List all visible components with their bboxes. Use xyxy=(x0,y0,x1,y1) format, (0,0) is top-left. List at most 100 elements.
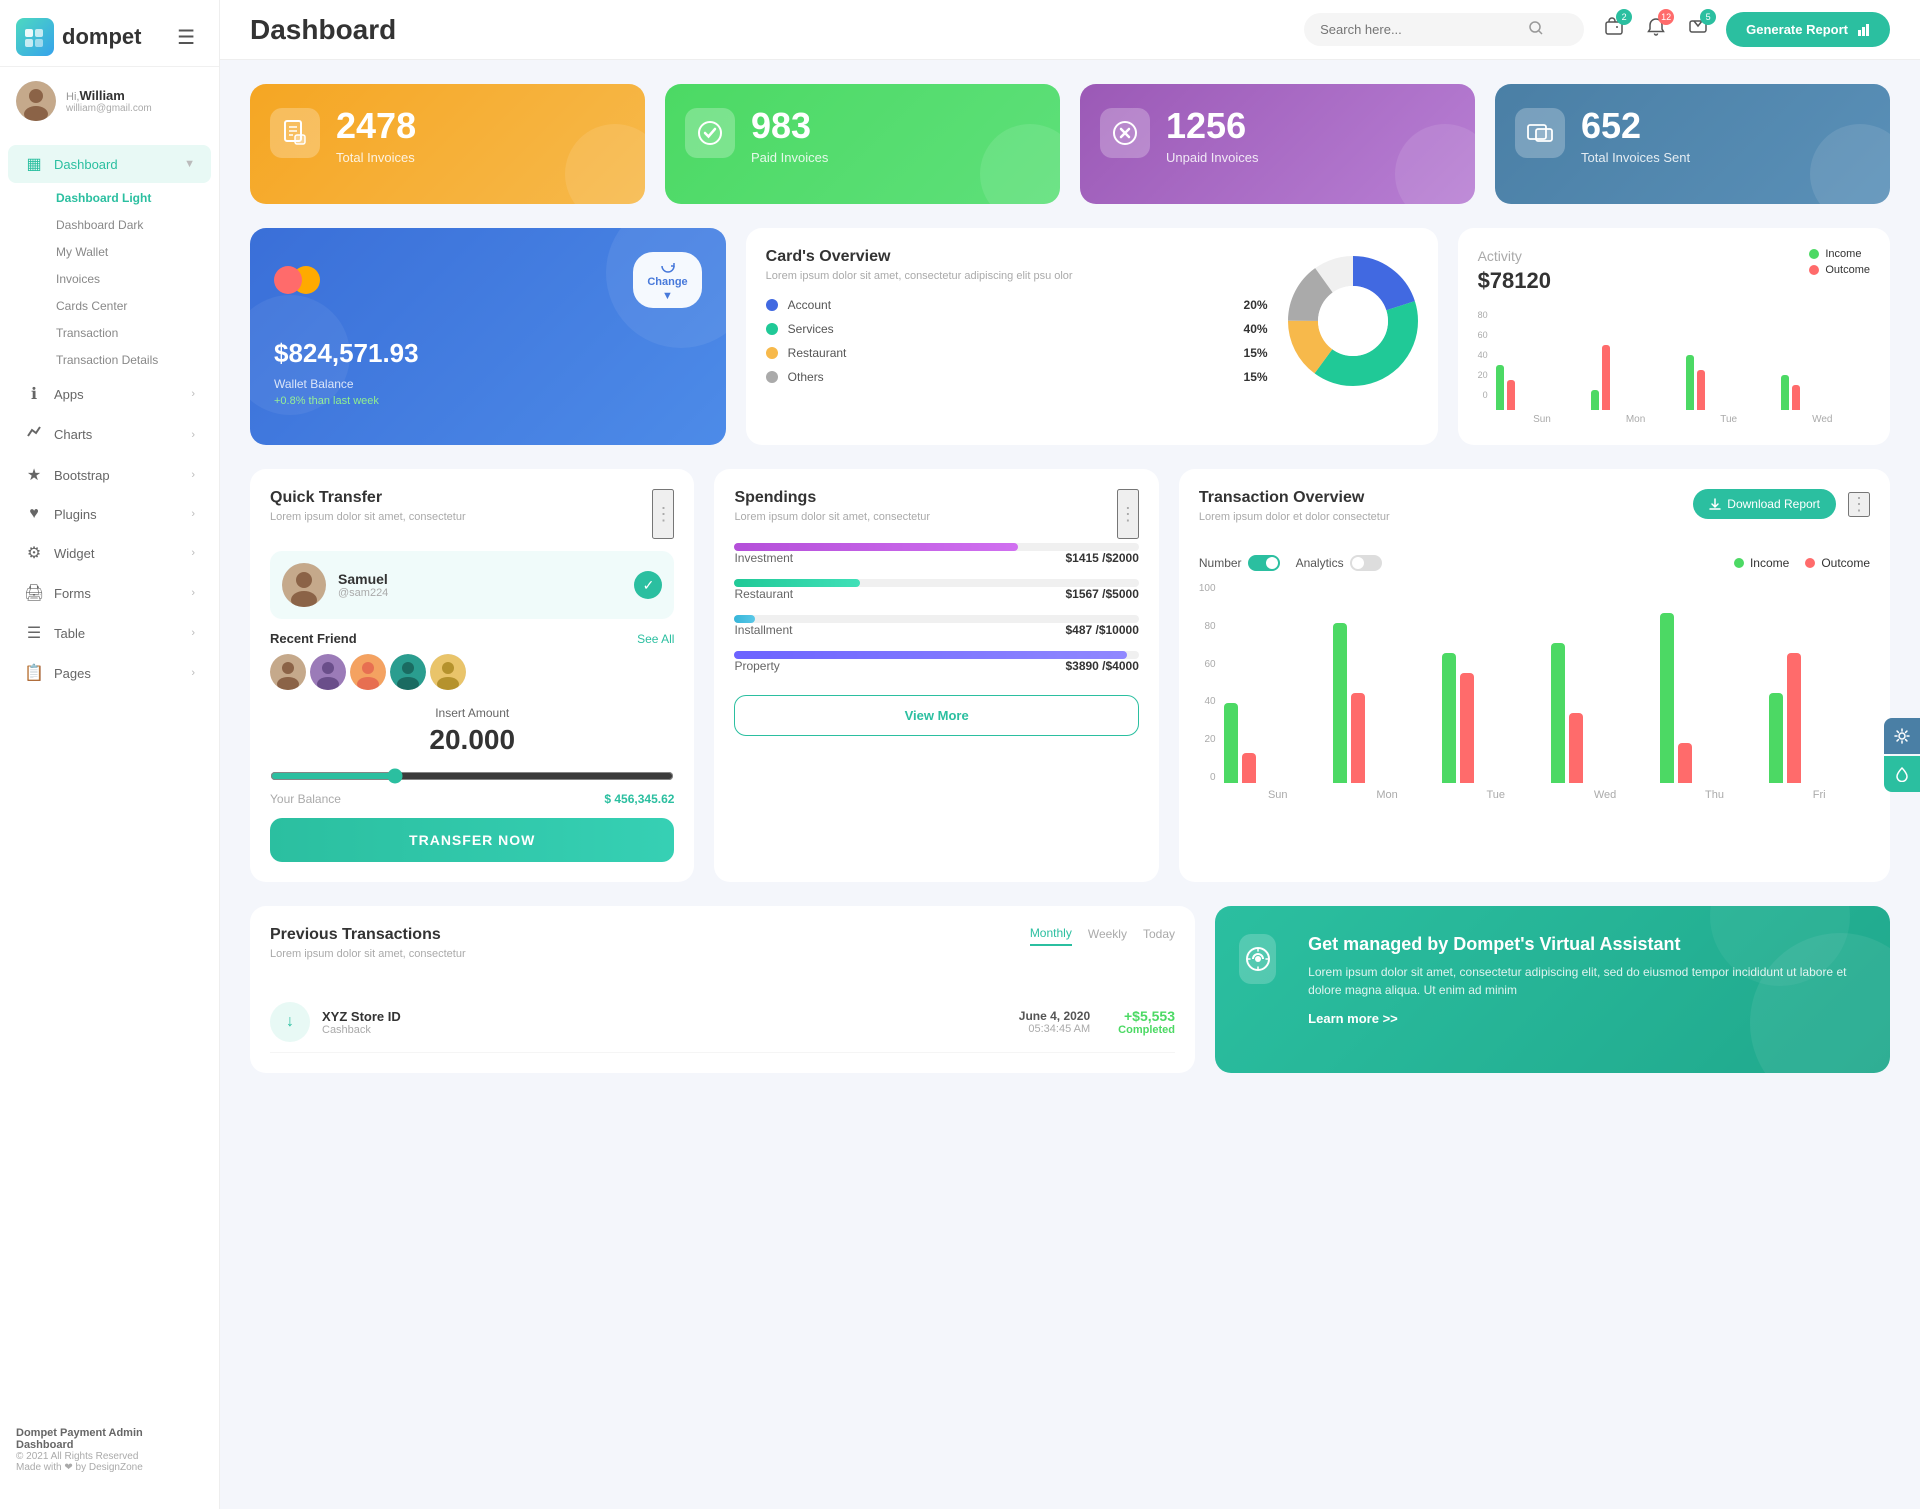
account-label: Account xyxy=(788,298,1234,312)
tab-monthly[interactable]: Monthly xyxy=(1030,926,1072,946)
cards-overview-title: Card's Overview xyxy=(766,248,1268,266)
friend-avatar-1[interactable] xyxy=(270,654,306,690)
search-box[interactable] xyxy=(1304,13,1584,46)
services-percent: 40% xyxy=(1244,322,1268,336)
analytics-toggle[interactable] xyxy=(1350,555,1382,571)
txn-mon-outcome xyxy=(1351,693,1365,783)
total-sent-number: 652 xyxy=(1581,108,1690,144)
dashboard-arrow-icon: ▼ xyxy=(184,158,195,170)
submenu-transaction[interactable]: Transaction xyxy=(40,320,211,346)
sidebar-item-charts[interactable]: Charts › xyxy=(8,415,211,454)
restaurant-label: Restaurant xyxy=(788,346,1234,360)
income-legend-label: Income xyxy=(1825,248,1861,260)
tab-weekly[interactable]: Weekly xyxy=(1088,926,1127,946)
txn-wed-income xyxy=(1551,643,1565,783)
prev-txn-header: Previous Transactions Lorem ipsum dolor … xyxy=(270,926,1175,976)
va-content: Get managed by Dompet's Virtual Assistan… xyxy=(1308,934,1866,1026)
pages-arrow-icon: › xyxy=(191,667,195,679)
view-more-button[interactable]: View More xyxy=(734,695,1138,736)
sidebar-footer: Dompet Payment Admin Dashboard © 2021 Al… xyxy=(0,1411,219,1489)
sidebar-item-dashboard[interactable]: ▦ Dashboard ▼ xyxy=(8,145,211,183)
y-axis: 020406080 xyxy=(1478,310,1492,400)
sidebar-label-dashboard: Dashboard xyxy=(54,157,174,172)
sidebar-navigation: ▦ Dashboard ▼ Dashboard Light Dashboard … xyxy=(0,135,219,1411)
txn-fri-income xyxy=(1769,693,1783,783)
income-legend: Income xyxy=(1809,248,1870,260)
notification-bell-button[interactable]: 12 xyxy=(1642,13,1670,46)
submenu-transaction-details[interactable]: Transaction Details xyxy=(40,347,211,373)
search-input[interactable] xyxy=(1320,22,1520,37)
transfer-now-button[interactable]: TRANSFER NOW xyxy=(270,818,674,862)
investment-label: Investment xyxy=(734,551,793,565)
va-learn-more-link[interactable]: Learn more >> xyxy=(1308,1011,1398,1026)
txn-bar-chart xyxy=(1224,583,1870,783)
quick-transfer-card: Quick Transfer Lorem ipsum dolor sit ame… xyxy=(250,469,694,882)
cards-overview-card: Card's Overview Lorem ipsum dolor sit am… xyxy=(746,228,1438,445)
txn-thu-income xyxy=(1660,613,1674,783)
amount-slider[interactable] xyxy=(270,768,674,784)
friend-avatar-2[interactable] xyxy=(310,654,346,690)
table-arrow-icon: › xyxy=(191,627,195,639)
submenu-cards-center[interactable]: Cards Center xyxy=(40,293,211,319)
qt-header: Quick Transfer Lorem ipsum dolor sit ame… xyxy=(270,489,674,539)
tue-outcome-bar xyxy=(1697,370,1705,410)
wallet-notification-button[interactable]: 2 xyxy=(1600,13,1628,46)
submenu-dashboard-light[interactable]: Dashboard Light xyxy=(40,185,211,211)
wed-outcome-bar xyxy=(1792,385,1800,410)
sidebar-label-pages: Pages xyxy=(54,666,181,681)
overview-restaurant: Restaurant 15% xyxy=(766,346,1268,360)
txn-cashback-icon: ↓ xyxy=(270,1002,310,1042)
charts-icon xyxy=(24,424,44,445)
logo-text: dompet xyxy=(62,24,141,50)
sidebar-item-bootstrap[interactable]: ★ Bootstrap › xyxy=(8,456,211,494)
sidebar-label-forms: Forms xyxy=(54,586,181,601)
txn-bar-wed xyxy=(1551,643,1652,783)
sidebar-item-forms[interactable]: 🖨 Forms › xyxy=(8,574,211,612)
messages-button[interactable]: 5 xyxy=(1684,13,1712,46)
account-dot xyxy=(766,299,778,311)
sun-income-bar xyxy=(1496,365,1504,410)
donut-chart xyxy=(1288,248,1418,394)
bar-group-sun xyxy=(1496,365,1585,410)
forms-icon: 🖨 xyxy=(24,583,44,603)
plugins-arrow-icon: › xyxy=(191,508,195,520)
sidebar-item-pages[interactable]: 📋 Pages › xyxy=(8,654,211,692)
sidebar-label-widget: Widget xyxy=(54,546,181,561)
friend-avatar-4[interactable] xyxy=(390,654,426,690)
transaction-item-1: ↓ XYZ Store ID Cashback June 4, 2020 05:… xyxy=(270,992,1175,1053)
made-with: Made with ❤ by DesignZone xyxy=(16,1462,203,1473)
outcome-legend: Outcome xyxy=(1809,264,1870,276)
submenu-my-wallet[interactable]: My Wallet xyxy=(40,239,211,265)
see-all-link[interactable]: See All xyxy=(637,632,674,646)
submenu-dashboard-dark[interactable]: Dashboard Dark xyxy=(40,212,211,238)
txn-more-button[interactable]: ⋮ xyxy=(1848,492,1870,517)
selected-contact[interactable]: Samuel @sam224 ✓ xyxy=(270,551,674,619)
property-amounts: $3890 /$4000 xyxy=(1065,659,1138,673)
wed-income-bar xyxy=(1781,375,1789,410)
submenu-invoices[interactable]: Invoices xyxy=(40,266,211,292)
tue-income-bar xyxy=(1686,355,1694,410)
sidebar-label-charts: Charts xyxy=(54,427,181,442)
sidebar-item-table[interactable]: ☰ Table › xyxy=(8,614,211,652)
number-toggle[interactable] xyxy=(1248,555,1280,571)
sun-outcome-bar xyxy=(1507,380,1515,410)
tab-today[interactable]: Today xyxy=(1143,926,1175,946)
installment-bar-fill xyxy=(734,615,754,623)
qt-more-button[interactable]: ⋮ xyxy=(652,489,674,539)
generate-report-button[interactable]: Generate Report xyxy=(1726,12,1890,47)
sidebar-item-plugins[interactable]: ♥ Plugins › xyxy=(8,496,211,532)
friend-avatar-3[interactable] xyxy=(350,654,386,690)
hamburger-button[interactable]: ☰ xyxy=(169,25,203,50)
friend-avatar-5[interactable] xyxy=(430,654,466,690)
bell-badge: 12 xyxy=(1658,9,1674,25)
activity-title: Activity xyxy=(1478,248,1551,264)
spendings-more-button[interactable]: ⋮ xyxy=(1117,489,1139,539)
settings-float-button[interactable] xyxy=(1884,718,1920,754)
sidebar-item-apps[interactable]: ℹ Apps › xyxy=(8,375,211,413)
sidebar-item-widget[interactable]: ⚙ Widget › xyxy=(8,534,211,572)
water-float-button[interactable] xyxy=(1884,756,1920,792)
download-report-button[interactable]: Download Report xyxy=(1693,489,1836,519)
spendings-title: Spendings xyxy=(734,489,930,507)
mastercard-logo xyxy=(274,266,320,294)
txn-legend: Income Outcome xyxy=(1734,556,1870,570)
